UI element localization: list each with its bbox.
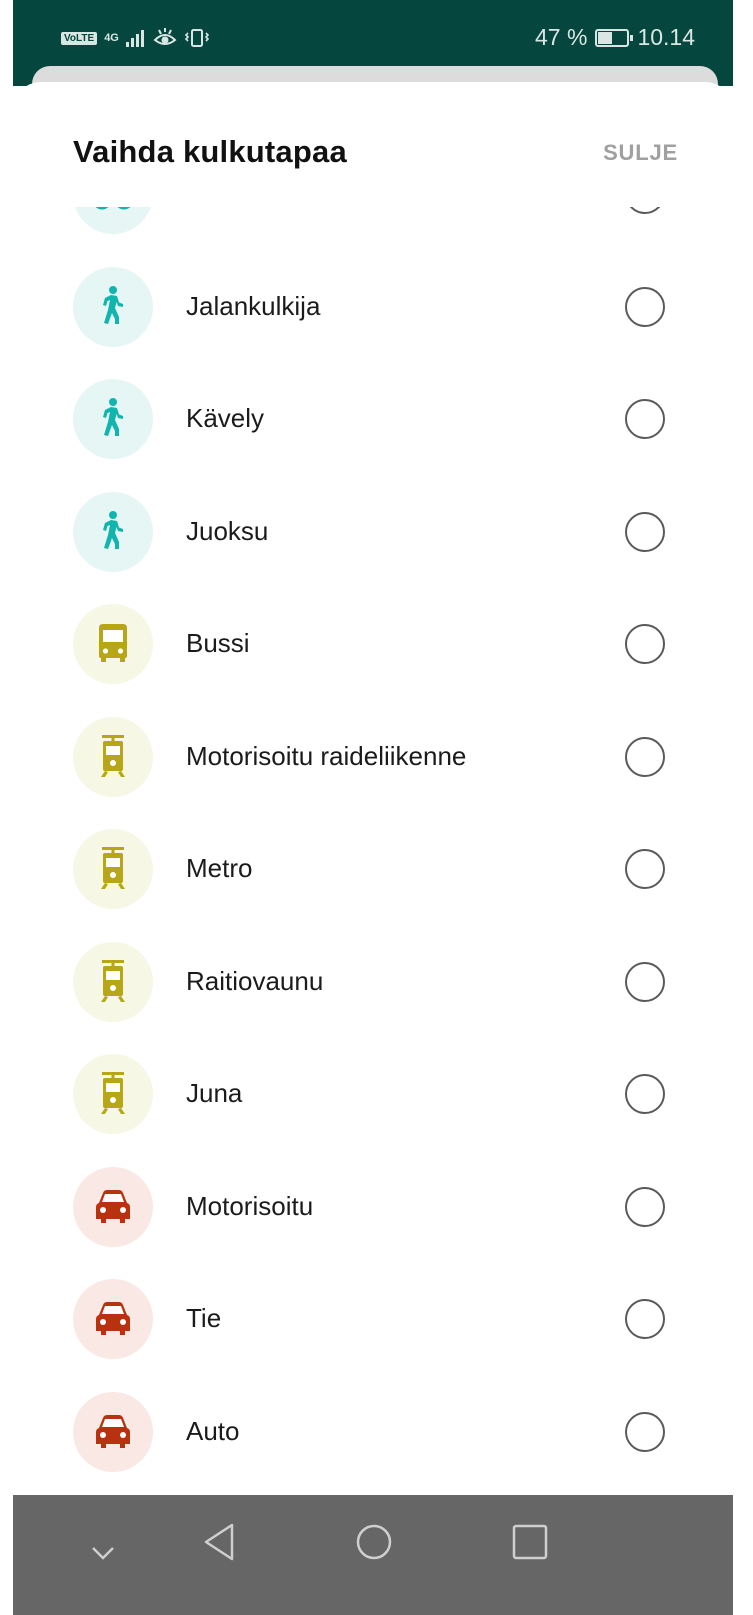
mode-row[interactable]: Juna (13, 1038, 733, 1150)
mode-row[interactable]: Motorisoitu (13, 1151, 733, 1263)
back-icon[interactable] (199, 1521, 239, 1563)
close-button[interactable]: SULJE (603, 140, 678, 166)
mode-icon-badge (73, 1166, 153, 1247)
vibrate-icon (184, 29, 210, 47)
status-right: 47 % 10.14 (535, 24, 695, 51)
pedestrian-icon (103, 510, 123, 549)
mode-row[interactable] (13, 207, 733, 250)
mode-radio[interactable] (625, 207, 665, 214)
mode-label: Juoksu (186, 515, 269, 546)
mode-radio[interactable] (625, 849, 665, 889)
mode-radio[interactable] (625, 624, 665, 664)
car-icon (96, 1189, 130, 1223)
mode-radio[interactable] (625, 286, 665, 327)
mode-row[interactable]: Metro (13, 813, 733, 925)
mode-label: Motorisoitu (186, 1190, 314, 1221)
mode-label: Jalankulkija (186, 290, 321, 321)
mode-radio[interactable] (625, 736, 665, 777)
bottom-sheet: Vaihda kulkutapaa SULJE Jalankulkija Käv… (13, 82, 733, 1495)
mode-icon-badge (73, 379, 153, 459)
battery-icon (595, 28, 634, 47)
mode-label: Metro (186, 853, 253, 883)
mode-radio[interactable] (625, 1074, 665, 1114)
clock: 10.14 (637, 24, 695, 50)
tram-icon (101, 1072, 125, 1114)
mode-row[interactable]: Auto (13, 1376, 733, 1488)
volte-icon: VoLTE (61, 31, 98, 45)
bike-icon (95, 207, 131, 210)
mode-icon-badge (73, 1391, 153, 1472)
mode-row[interactable]: Juoksu (13, 476, 733, 588)
home-icon[interactable] (353, 1521, 395, 1563)
pedestrian-icon (103, 398, 123, 436)
recents-icon[interactable] (511, 1523, 549, 1561)
mode-row[interactable]: Kävely (13, 363, 733, 475)
mode-label: Raitiovaunu (186, 965, 324, 996)
mode-label: Bussi (186, 628, 250, 658)
mode-icon-badge (73, 1279, 153, 1359)
mode-radio[interactable] (625, 961, 665, 1002)
car-icon (96, 1302, 130, 1335)
mode-icon-badge (73, 604, 153, 684)
collapse-icon[interactable] (85, 1535, 121, 1571)
pedestrian-icon (103, 285, 123, 324)
mode-icon-badge (73, 266, 153, 347)
mode-row[interactable]: Jalankulkija (13, 251, 733, 363)
mode-icon-badge (73, 491, 153, 572)
mode-radio[interactable] (625, 511, 665, 552)
mode-radio[interactable] (625, 1411, 665, 1452)
mode-icon-badge (73, 1054, 153, 1134)
battery-level (598, 31, 612, 44)
sheet-title: Vaihda kulkutapaa (73, 134, 347, 169)
status-indicators: VoLTE 4G (61, 27, 210, 49)
mode-icon-badge (73, 941, 153, 1022)
mode-radio[interactable] (625, 399, 665, 439)
mode-list[interactable]: Jalankulkija Kävely Juoksu Bussi Motoris… (13, 207, 733, 1495)
mode-icon-badge (73, 829, 153, 909)
mode-label: Juna (186, 1078, 243, 1108)
navigation-bar (13, 1495, 733, 1615)
mode-radio[interactable] (625, 1299, 665, 1339)
tram-icon (101, 734, 125, 777)
mode-row[interactable]: Tie (13, 1263, 733, 1375)
right-edge (733, 0, 753, 1615)
battery-percent: 47 % (535, 24, 588, 50)
tram-icon (101, 959, 125, 1002)
mode-row[interactable]: Raitiovaunu (13, 926, 733, 1038)
tram-icon (101, 847, 125, 889)
eye-comfort-icon (153, 28, 177, 45)
left-edge (0, 0, 13, 1615)
mode-row[interactable]: Motorisoitu raideliikenne (13, 701, 733, 813)
mode-label: Motorisoitu raideliikenne (186, 740, 467, 771)
mode-label: Tie (186, 1303, 222, 1333)
mode-icon-badge (73, 207, 153, 234)
mode-icon-badge (73, 716, 153, 797)
mode-radio[interactable] (625, 1186, 665, 1227)
car-icon (96, 1414, 130, 1448)
mode-label: Auto (186, 1415, 240, 1446)
network-type: 4G (104, 31, 119, 44)
mode-label: Kävely (186, 403, 265, 433)
bus-icon (99, 624, 127, 662)
mode-row[interactable]: Bussi (13, 588, 733, 700)
signal-icon (125, 30, 144, 47)
